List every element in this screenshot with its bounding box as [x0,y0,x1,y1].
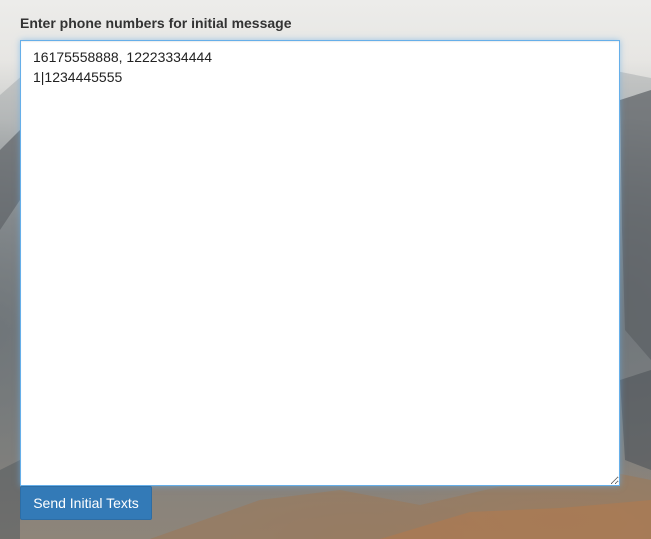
phone-numbers-textarea[interactable]: 16175558888, 12223334444 1|1234445555 [20,40,620,486]
send-initial-texts-button[interactable]: Send Initial Texts [20,486,152,520]
phone-numbers-label: Enter phone numbers for initial message [20,15,292,31]
